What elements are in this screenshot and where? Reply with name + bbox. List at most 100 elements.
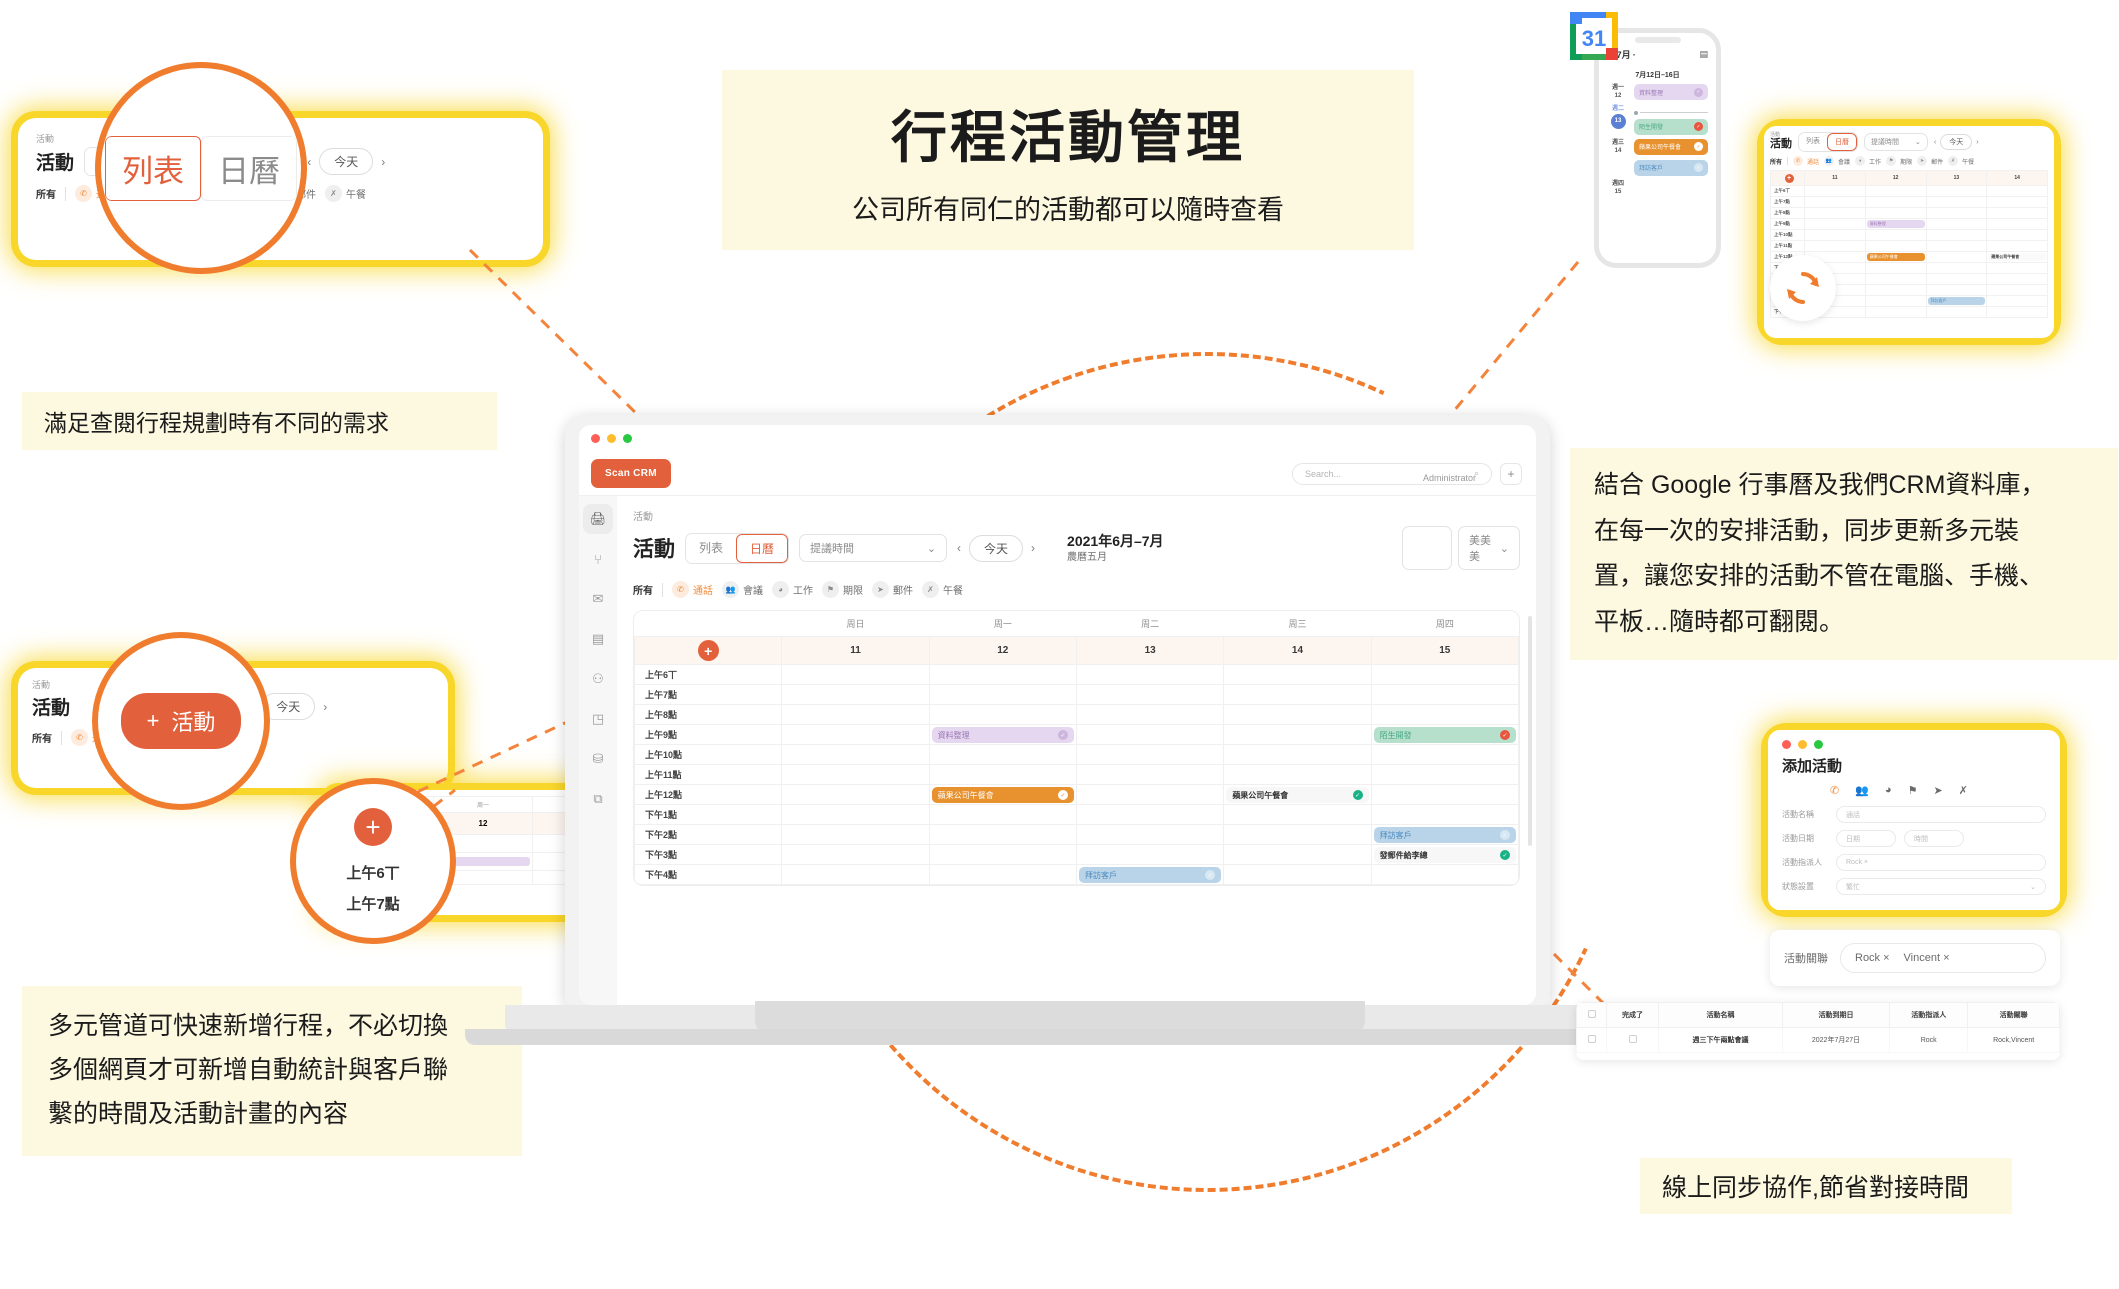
- tab-list[interactable]: 列表: [1799, 133, 1827, 151]
- calendar-cell[interactable]: [781, 824, 930, 845]
- calendar-cell[interactable]: [781, 864, 930, 885]
- check-icon[interactable]: ✓: [1694, 87, 1703, 97]
- calendar-cell[interactable]: [1986, 185, 2048, 197]
- event-block[interactable]: 拜訪客戶 ✓: [1373, 827, 1516, 843]
- event-block[interactable]: 蘋果公司午餐會 ✓: [1226, 787, 1369, 803]
- list-item[interactable]: 週三 14 蘋果公司午餐會 ✓: [1607, 138, 1708, 156]
- filter-chip-meeting[interactable]: 👥 會議: [1824, 156, 1850, 166]
- event-block[interactable]: 陌生開發 ✓: [1634, 118, 1708, 135]
- calendar-cell[interactable]: 蘋果公司午餐會: [1986, 251, 2048, 263]
- people-icon[interactable]: 👥: [1855, 784, 1869, 797]
- calendar-cell[interactable]: [1986, 240, 2048, 252]
- check-icon[interactable]: ✓: [1057, 790, 1068, 800]
- today-button[interactable]: 今天: [969, 534, 1024, 562]
- calendar-cell[interactable]: [1075, 744, 1225, 765]
- flag-icon[interactable]: ⚑: [1908, 784, 1918, 797]
- phone-month[interactable]: 7月: [1617, 48, 1631, 61]
- calendar-cell[interactable]: [1804, 218, 1866, 230]
- tab-list[interactable]: 列表: [686, 533, 737, 563]
- sidebar-item-deals[interactable]: ⑂: [583, 544, 613, 574]
- calendar-cell[interactable]: [1370, 784, 1519, 805]
- check-icon[interactable]: ✓: [1500, 850, 1510, 860]
- next-period-button[interactable]: ›: [1031, 541, 1035, 555]
- calendar-cell[interactable]: [1864, 207, 1927, 219]
- sidebar-item-apps[interactable]: ⧉: [583, 784, 613, 814]
- event-block[interactable]: 發郵件給李總 ✓: [1373, 847, 1516, 863]
- calendar-cell[interactable]: [1075, 764, 1225, 785]
- account-label[interactable]: Administrator: [1423, 473, 1476, 483]
- tab-calendar-zoomed[interactable]: 日曆: [201, 135, 297, 201]
- calendar-cell[interactable]: [928, 804, 1077, 825]
- event-block[interactable]: 資料整理: [1866, 220, 1925, 228]
- filter-chip-mail[interactable]: ➤ 郵件: [1917, 156, 1943, 166]
- calendar-cell[interactable]: [1223, 844, 1372, 865]
- calendar-cell[interactable]: [928, 664, 1077, 685]
- calendar-cell[interactable]: 發郵件給李總 ✓: [1370, 844, 1519, 865]
- calendar-cell[interactable]: 陌生開發 ✓: [1370, 724, 1519, 745]
- calendar-cell[interactable]: [1986, 196, 2048, 208]
- sidebar-item-calendar[interactable]: ▤: [583, 624, 613, 654]
- brand-logo[interactable]: Scan CRM: [591, 459, 671, 488]
- calendar-cell[interactable]: [1925, 251, 1988, 263]
- table-row[interactable]: 週三下午兩點會議 2022年7月27日 Rock Rock,Vincent: [1576, 1027, 2060, 1053]
- calendar-cell[interactable]: [781, 664, 930, 685]
- calendar-cell[interactable]: [1075, 824, 1225, 845]
- sidebar-item-mail[interactable]: ✉: [583, 584, 613, 614]
- event-block[interactable]: 陌生開發 ✓: [1373, 727, 1516, 743]
- calendar-cell[interactable]: [1925, 284, 1988, 296]
- cutlery-icon[interactable]: ✗: [1959, 784, 1968, 797]
- check-icon[interactable]: ✓: [1205, 870, 1216, 880]
- calendar-cell[interactable]: [1864, 229, 1927, 241]
- add-button[interactable]: +: [1500, 462, 1522, 485]
- filter-all[interactable]: 所有: [633, 582, 653, 597]
- calendar-cell[interactable]: [1864, 185, 1927, 197]
- event-block[interactable]: 資料整理 ✓: [1634, 84, 1708, 100]
- calendar-cell[interactable]: [1864, 306, 1927, 318]
- calendar-cell[interactable]: [1804, 229, 1866, 241]
- calendar-cell[interactable]: [1223, 744, 1372, 765]
- view-toggle[interactable]: 列表 日曆: [685, 532, 790, 564]
- calendar-cell[interactable]: [928, 704, 1077, 725]
- calendar-cell[interactable]: [1075, 784, 1225, 805]
- calendar-cell[interactable]: [1370, 744, 1519, 765]
- relation-tag[interactable]: Rock ×: [1855, 952, 1890, 964]
- calendar-cell[interactable]: [1864, 262, 1927, 274]
- add-activity-button[interactable]: + 活動: [120, 693, 242, 749]
- event-block[interactable]: 拜訪客戶 ✓: [1078, 867, 1222, 883]
- check-icon[interactable]: ✓: [1694, 142, 1703, 152]
- calendar-cell[interactable]: 蘋果公司午餐會 ✓: [1223, 784, 1372, 805]
- check-icon[interactable]: ✓: [1352, 790, 1363, 800]
- calendar-cell[interactable]: [1223, 864, 1372, 885]
- date-cell[interactable]: 14: [1986, 170, 2048, 186]
- filter-chip-call[interactable]: ✆ 通話: [1793, 156, 1819, 166]
- list-item[interactable]: 週二 13 陌生開發 ✓: [1607, 105, 1708, 135]
- filter-chip-lunch[interactable]: ✗ 午餐: [922, 581, 963, 598]
- sort-select[interactable]: 提議時間 ⌄: [1864, 133, 1928, 151]
- sidebar-item-printer[interactable]: 🖨: [583, 504, 613, 534]
- filter-all[interactable]: 所有: [1770, 157, 1782, 166]
- add-activity-cell[interactable]: +: [634, 636, 783, 665]
- calendar-cell[interactable]: [1864, 295, 1927, 307]
- calendar-cell[interactable]: 資料整理 ✓: [928, 724, 1077, 745]
- prev-period-button[interactable]: ‹: [1934, 139, 1936, 146]
- calendar-cell[interactable]: [1370, 764, 1519, 785]
- check-icon[interactable]: ✓: [1500, 830, 1510, 840]
- sort-select[interactable]: 提議時間 ⌄: [799, 534, 948, 562]
- calendar-cell[interactable]: [1223, 824, 1372, 845]
- filter-chip-mail[interactable]: ➤ 郵件: [872, 581, 913, 598]
- add-activity-button-zoomed[interactable]: +: [354, 808, 392, 846]
- activity-name-input[interactable]: 通話: [1836, 806, 2046, 823]
- prev-period-button[interactable]: ‹: [957, 541, 961, 555]
- filter-select-b[interactable]: 美美美 ⌄: [1458, 526, 1520, 570]
- calendar-cell[interactable]: [1370, 804, 1519, 825]
- calendar-cell[interactable]: [928, 864, 1077, 885]
- calendar-cell[interactable]: [1223, 804, 1372, 825]
- add-activity-button[interactable]: +: [697, 640, 719, 661]
- sidebar-item-reports[interactable]: ◳: [583, 704, 613, 734]
- vertical-scrollbar[interactable]: [1528, 616, 1532, 846]
- calendar-cell[interactable]: [1986, 207, 2048, 219]
- calendar-cell[interactable]: [1925, 273, 1988, 285]
- check-icon[interactable]: ✓: [1057, 730, 1068, 740]
- date-cell[interactable]: 15: [1370, 636, 1519, 665]
- calendar-cell[interactable]: [1925, 229, 1988, 241]
